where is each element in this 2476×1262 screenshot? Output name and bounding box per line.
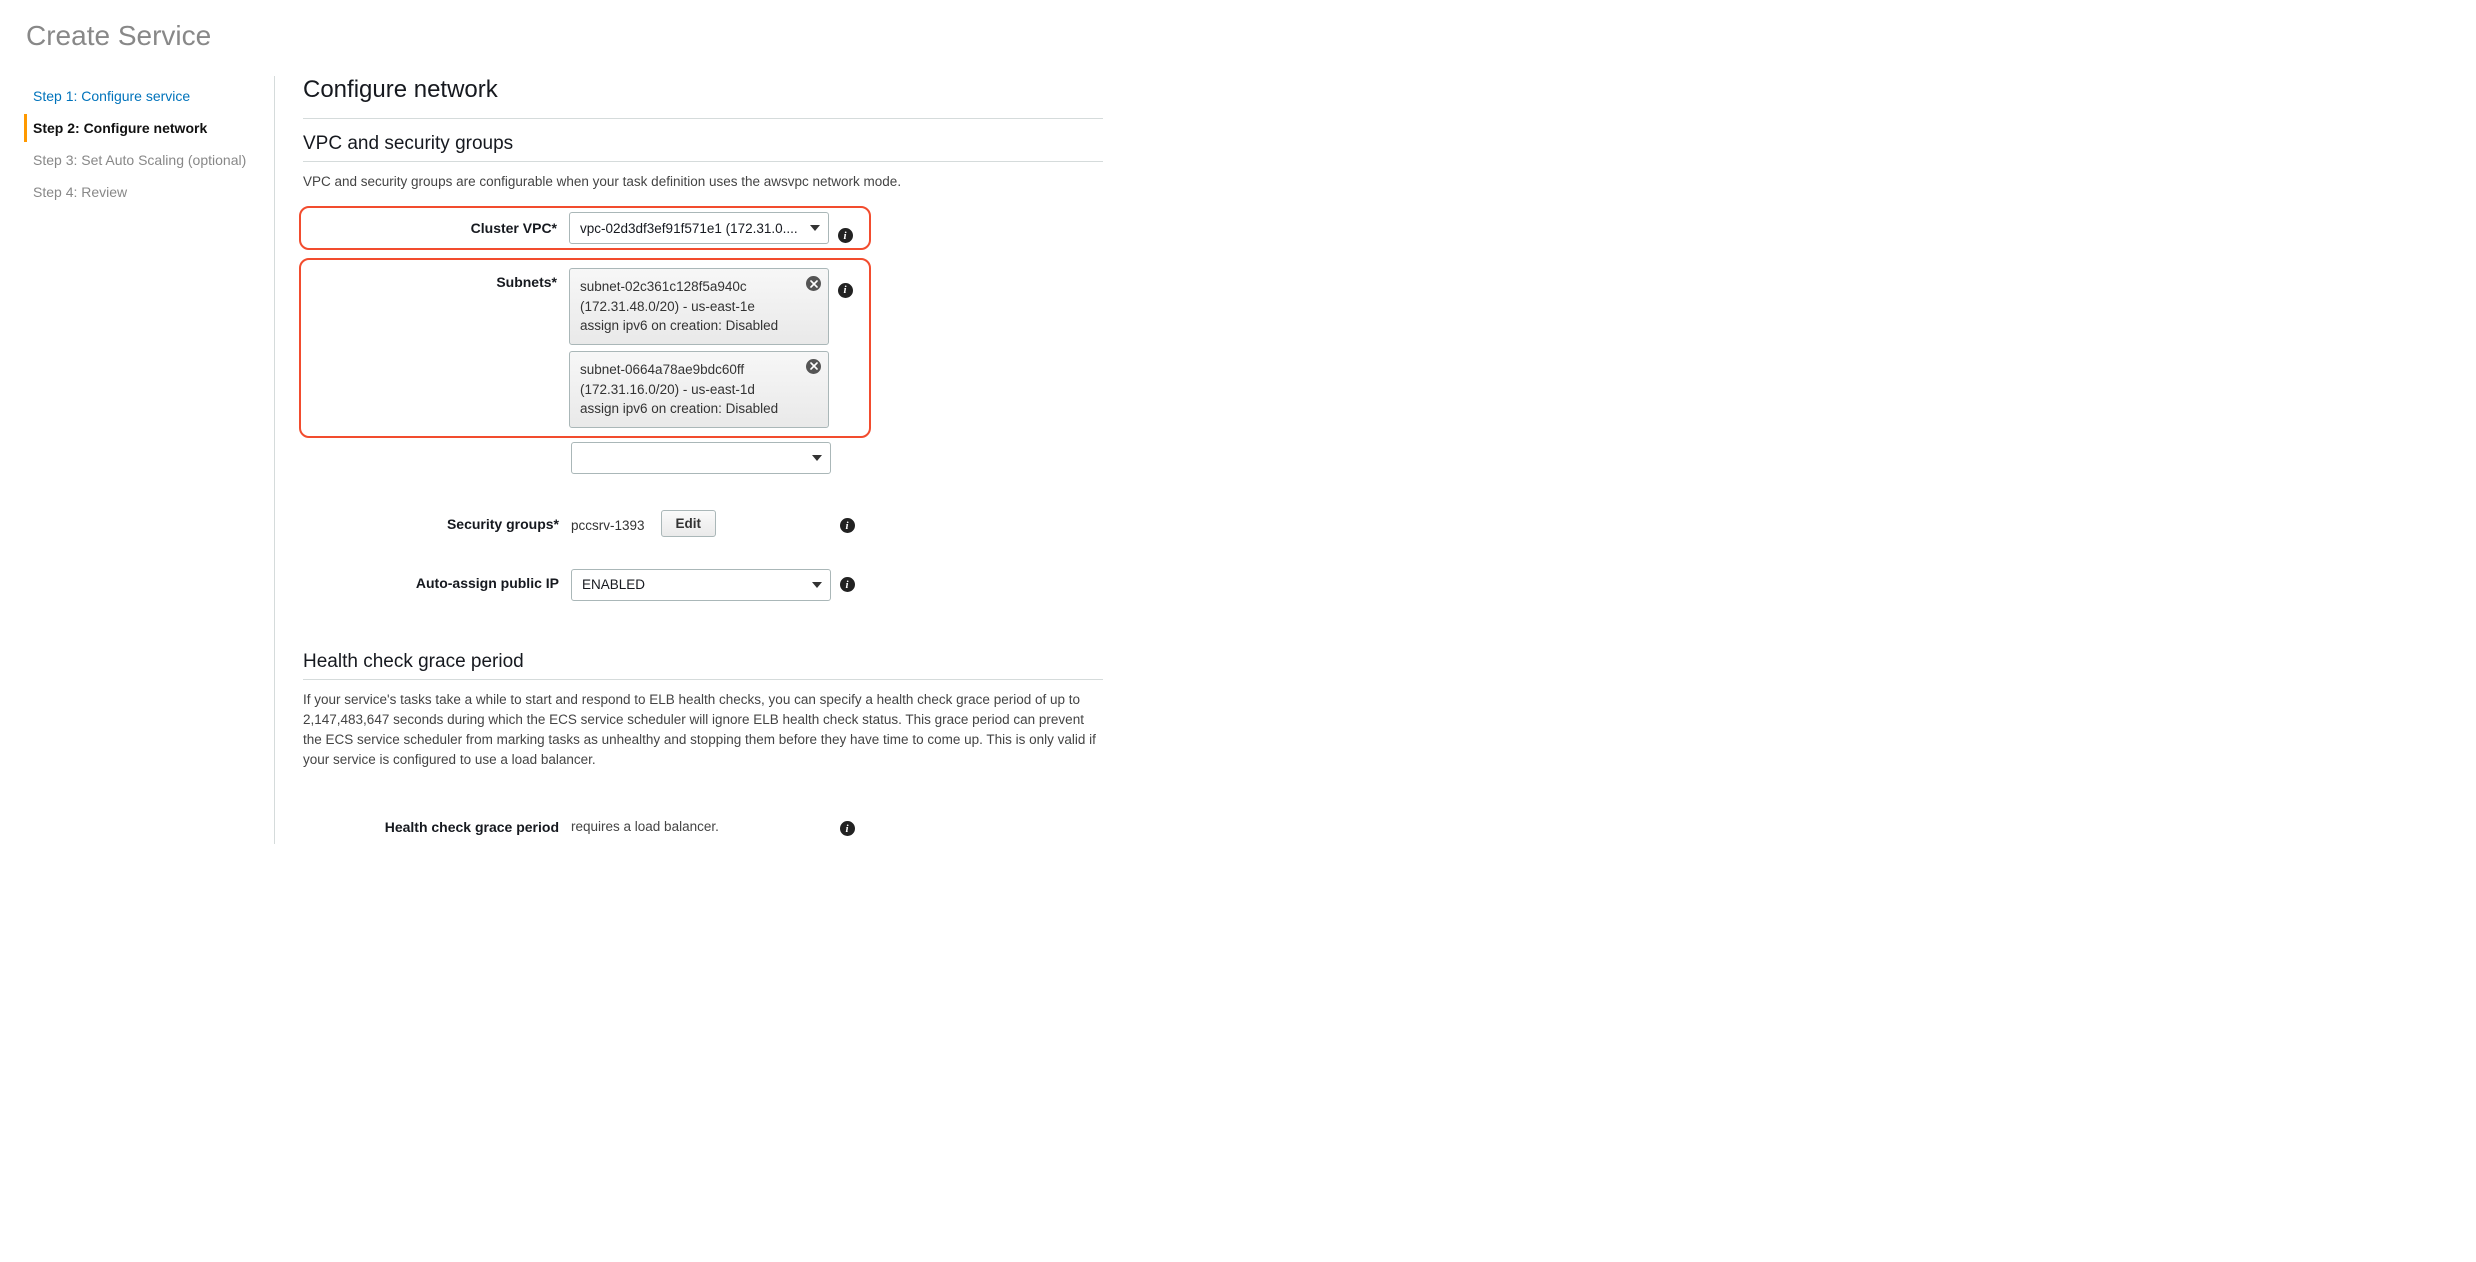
health-section-heading: Health check grace period [303,651,1103,673]
auto-assign-ip-label: Auto-assign public IP [303,569,571,591]
wizard-step-1[interactable]: Step 1: Configure service [24,82,274,110]
info-icon[interactable]: i [840,518,855,533]
subnet-ipv6: assign ipv6 on creation: Disabled [580,316,800,336]
subnet-chip: subnet-02c361c128f5a940c (172.31.48.0/20… [569,268,829,345]
vpc-section-heading: VPC and security groups [303,133,1103,155]
add-subnet-select[interactable] [571,442,831,474]
page-title: Create Service [24,20,2452,52]
main-heading: Configure network [303,76,1103,108]
cluster-vpc-value: vpc-02d3df3ef91f571e1 (172.31.0.... [580,221,798,236]
auto-assign-ip-select[interactable]: ENABLED [571,569,831,601]
health-grace-period-value: requires a load balancer. [571,813,831,834]
subnets-label: Subnets* [301,268,569,290]
caret-down-icon [810,225,820,231]
vpc-section-desc: VPC and security groups are configurable… [303,172,1103,192]
subnet-id: subnet-02c361c128f5a940c [580,277,800,297]
divider [303,679,1103,680]
edit-security-groups-button[interactable]: Edit [661,510,717,537]
info-icon[interactable]: i [840,821,855,836]
cluster-vpc-label: Cluster VPC* [301,220,569,236]
cluster-vpc-select[interactable]: vpc-02d3df3ef91f571e1 (172.31.0.... [569,212,829,244]
info-icon[interactable]: i [840,577,855,592]
divider [303,118,1103,119]
subnet-chip: subnet-0664a78ae9bdc60ff (172.31.16.0/20… [569,351,829,428]
wizard-step-3[interactable]: Step 3: Set Auto Scaling (optional) [24,146,274,174]
remove-subnet-icon[interactable] [806,276,821,291]
health-grace-period-label: Health check grace period [303,813,571,835]
info-icon[interactable]: i [838,228,853,243]
subnet-cidr-az: (172.31.16.0/20) - us-east-1d [580,380,800,400]
security-groups-value: pccsrv-1393 [571,513,645,533]
subnet-id: subnet-0664a78ae9bdc60ff [580,360,800,380]
caret-down-icon [812,455,822,461]
caret-down-icon [812,582,822,588]
wizard-steps-sidebar: Step 1: Configure service Step 2: Config… [24,76,274,210]
health-section-desc: If your service's tasks take a while to … [303,690,1103,771]
security-groups-label: Security groups* [303,510,571,532]
info-icon[interactable]: i [838,283,853,298]
main-content: Configure network VPC and security group… [303,76,1103,844]
vertical-divider [274,76,275,844]
wizard-step-2[interactable]: Step 2: Configure network [24,114,274,142]
remove-subnet-icon[interactable] [806,359,821,374]
divider [303,161,1103,162]
subnet-ipv6: assign ipv6 on creation: Disabled [580,399,800,419]
auto-assign-ip-value: ENABLED [582,577,645,592]
subnet-cidr-az: (172.31.48.0/20) - us-east-1e [580,297,800,317]
wizard-step-4[interactable]: Step 4: Review [24,178,274,206]
